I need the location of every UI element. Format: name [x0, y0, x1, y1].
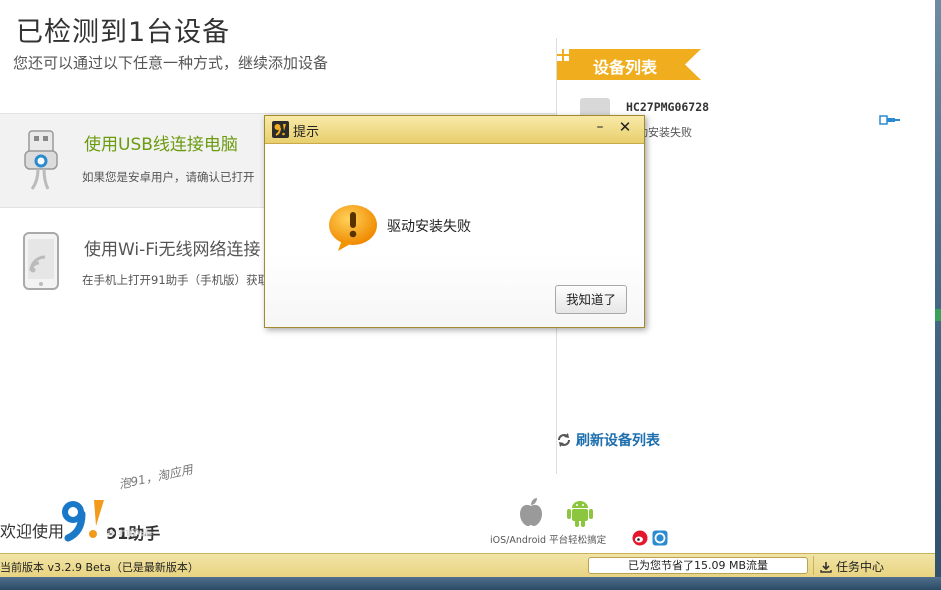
brand-reflection: 91助手	[106, 528, 154, 537]
traffic-saved-box: 已为您节省了15.09 MB流量	[588, 557, 808, 574]
qzone-icon[interactable]	[652, 530, 668, 546]
device-list-header: 设备列表	[557, 49, 701, 80]
apple-icon	[520, 498, 542, 526]
android-icon	[567, 501, 593, 527]
status-bar: 当前版本 v3.2.9 Beta（已是最新版本） 已为您节省了15.09 MB流…	[0, 553, 935, 577]
app-logo-icon	[272, 121, 289, 138]
page-subtitle: 您还可以通过以下任意一种方式，继续添加设备	[13, 54, 329, 72]
device-list-title: 设备列表	[593, 58, 658, 77]
logo-91-icon	[62, 500, 104, 542]
taskbar-strip	[0, 577, 941, 590]
refresh-label: 刷新设备列表	[576, 433, 660, 449]
platform-label: iOS/Android 平台轻松搞定	[490, 535, 607, 546]
dialog-titlebar[interactable]: 提示 – ✕	[265, 116, 644, 144]
dialog-message: 驱动安装失败	[387, 219, 471, 235]
grid-icon	[557, 49, 569, 61]
usb-icon	[24, 130, 58, 190]
dialog-body: 驱动安装失败 我知道了	[265, 144, 644, 327]
wifi-option-desc: 在手机上打开91助手（手机版）获取	[82, 273, 270, 287]
task-center-button[interactable]: 任务中心	[820, 558, 884, 575]
desktop-edge	[935, 0, 941, 590]
dialog-ok-button[interactable]: 我知道了	[555, 285, 627, 314]
edge-mark	[935, 309, 941, 321]
usb-connection-icon	[879, 115, 900, 125]
download-icon	[820, 562, 832, 573]
slogan-text: 泡91，淘应用	[117, 462, 195, 492]
warning-icon	[329, 205, 377, 251]
status-separator	[813, 556, 814, 575]
welcome-text: 欢迎使用	[0, 522, 65, 541]
page-title: 已检测到1台设备	[16, 17, 231, 48]
phone-wifi-icon	[23, 232, 59, 290]
dialog-close-button[interactable]: ✕	[616, 118, 634, 138]
wifi-option-title: 使用Wi-Fi无线网络连接	[84, 240, 261, 260]
version-text: 当前版本 v3.2.9 Beta（已是最新版本）	[0, 561, 199, 574]
weibo-icon[interactable]	[632, 530, 648, 546]
usb-option-desc: 如果您是安卓用户，请确认已打开	[82, 170, 255, 184]
refresh-icon	[558, 433, 570, 447]
device-name: HC27PMG06728	[626, 100, 710, 114]
dialog-minimize-button[interactable]: –	[591, 119, 609, 139]
dialog-title: 提示	[293, 125, 320, 140]
task-center-label: 任务中心	[836, 560, 885, 574]
usb-option-title: 使用USB线连接电脑	[84, 135, 238, 155]
alert-dialog: 提示 – ✕ 驱动安装失败 我知道了	[264, 115, 645, 328]
